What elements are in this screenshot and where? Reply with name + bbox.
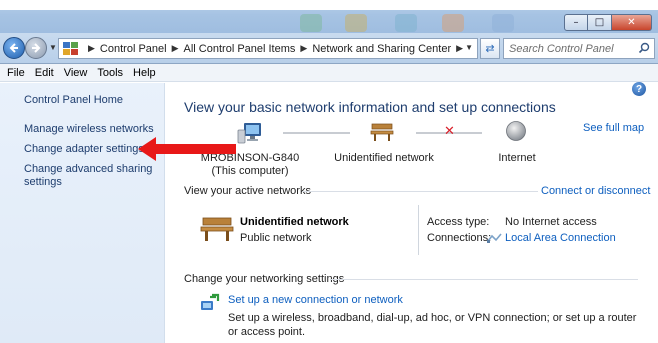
help-icon[interactable]: ? <box>632 82 646 96</box>
refresh-button[interactable]: ⇄ <box>480 38 500 59</box>
breadcrumb-network-sharing[interactable]: Network and Sharing Center <box>312 43 451 55</box>
setup-connection-description: Set up a wireless, broadband, dial-up, a… <box>228 312 637 338</box>
close-button[interactable]: ✕ <box>612 14 652 31</box>
menu-tools[interactable]: Tools <box>92 67 128 79</box>
background-app-icon <box>300 14 322 32</box>
breadcrumb-control-panel[interactable]: Control Panel <box>100 43 167 55</box>
background-app-icon <box>345 14 367 32</box>
access-type-value: No Internet access <box>505 216 597 228</box>
access-type-label: Access type: <box>427 216 490 228</box>
recent-pages-dropdown-icon[interactable]: ▼ <box>49 43 57 52</box>
setup-new-connection-link[interactable]: Set up a new connection or network <box>228 294 403 306</box>
background-app-icon <box>492 14 514 32</box>
computer-note-label: (This computer) <box>211 165 289 177</box>
navigation-bar: ▼ ▶ Control Panel ▶ All Control Panel It… <box>0 33 658 64</box>
bench-network-large-icon <box>200 217 234 241</box>
sidebar-change-adapter[interactable]: Change adapter settings <box>24 143 144 156</box>
control-panel-icon <box>63 42 79 55</box>
page-title: View your basic network information and … <box>184 99 556 115</box>
back-button[interactable] <box>3 37 25 59</box>
annotation-arrow-icon <box>138 137 236 161</box>
lan-connection-icon <box>487 233 502 243</box>
sidebar-change-advanced-sharing[interactable]: Change advanced sharing <box>24 163 152 176</box>
background-app-icon <box>442 14 464 32</box>
menu-file[interactable]: File <box>2 67 30 79</box>
see-full-map-link[interactable]: See full map <box>583 122 644 134</box>
computer-icon[interactable] <box>237 121 263 145</box>
menu-bar: File Edit View Tools Help <box>0 64 658 82</box>
menu-edit[interactable]: Edit <box>30 67 59 79</box>
section-divider <box>302 191 538 192</box>
menu-view[interactable]: View <box>59 67 93 79</box>
back-arrow-icon <box>9 43 18 53</box>
title-bar-glass <box>0 0 658 10</box>
internet-globe-icon[interactable] <box>505 120 527 142</box>
internet-map-label: Internet <box>498 152 536 164</box>
network-map-label: Unidentified network <box>334 152 434 164</box>
refresh-icon: ⇄ <box>485 42 495 55</box>
breadcrumb-separator-icon[interactable]: ▶ <box>172 43 179 54</box>
bench-network-icon[interactable] <box>370 122 394 142</box>
background-app-icon <box>395 14 417 32</box>
active-network-name: Unidentified network <box>240 216 349 228</box>
connection-line <box>283 132 350 134</box>
sidebar-change-advanced-sharing-cont[interactable]: settings <box>24 176 62 189</box>
forward-arrow-icon <box>32 43 41 53</box>
breadcrumb-separator-icon[interactable]: ▶ <box>300 43 307 54</box>
section-divider <box>330 279 638 280</box>
vertical-divider <box>418 205 419 255</box>
breadcrumb-all-prefix: All <box>183 42 196 55</box>
setup-connection-icon <box>201 293 220 310</box>
active-networks-heading: View your active networks <box>184 185 311 197</box>
sidebar <box>0 83 165 343</box>
menu-help[interactable]: Help <box>128 67 161 79</box>
title-bar: – □ ✕ <box>0 0 658 33</box>
window-controls: – □ ✕ <box>564 14 652 31</box>
breadcrumb-all-items-label: Control Panel Items <box>198 42 296 55</box>
no-connection-x-icon: ✕ <box>444 124 455 139</box>
address-dropdown-icon[interactable]: ▼ <box>465 43 473 52</box>
networking-settings-heading: Change your networking settings <box>184 273 345 285</box>
address-bar[interactable]: ▶ Control Panel ▶ All Control Panel Item… <box>58 38 478 59</box>
search-input[interactable] <box>509 42 634 55</box>
search-icon[interactable] <box>638 42 650 54</box>
breadcrumb-all-items[interactable]: All Control Panel Items <box>184 43 296 55</box>
search-box[interactable] <box>503 38 655 59</box>
connections-label: Connections: <box>427 232 492 244</box>
sidebar-control-panel-home[interactable]: Control Panel Home <box>24 94 123 107</box>
forward-button[interactable] <box>25 37 47 59</box>
maximize-button[interactable]: □ <box>588 14 612 31</box>
minimize-button[interactable]: – <box>564 14 588 31</box>
breadcrumb-separator-icon: ▶ <box>88 43 95 53</box>
breadcrumb-separator-icon[interactable]: ▶ <box>456 43 463 54</box>
local-area-connection-link[interactable]: Local Area Connection <box>505 232 616 244</box>
network-category-link[interactable]: Public network <box>240 232 312 244</box>
sidebar-manage-wireless[interactable]: Manage wireless networks <box>24 123 154 136</box>
connect-or-disconnect-link[interactable]: Connect or disconnect <box>541 185 650 197</box>
